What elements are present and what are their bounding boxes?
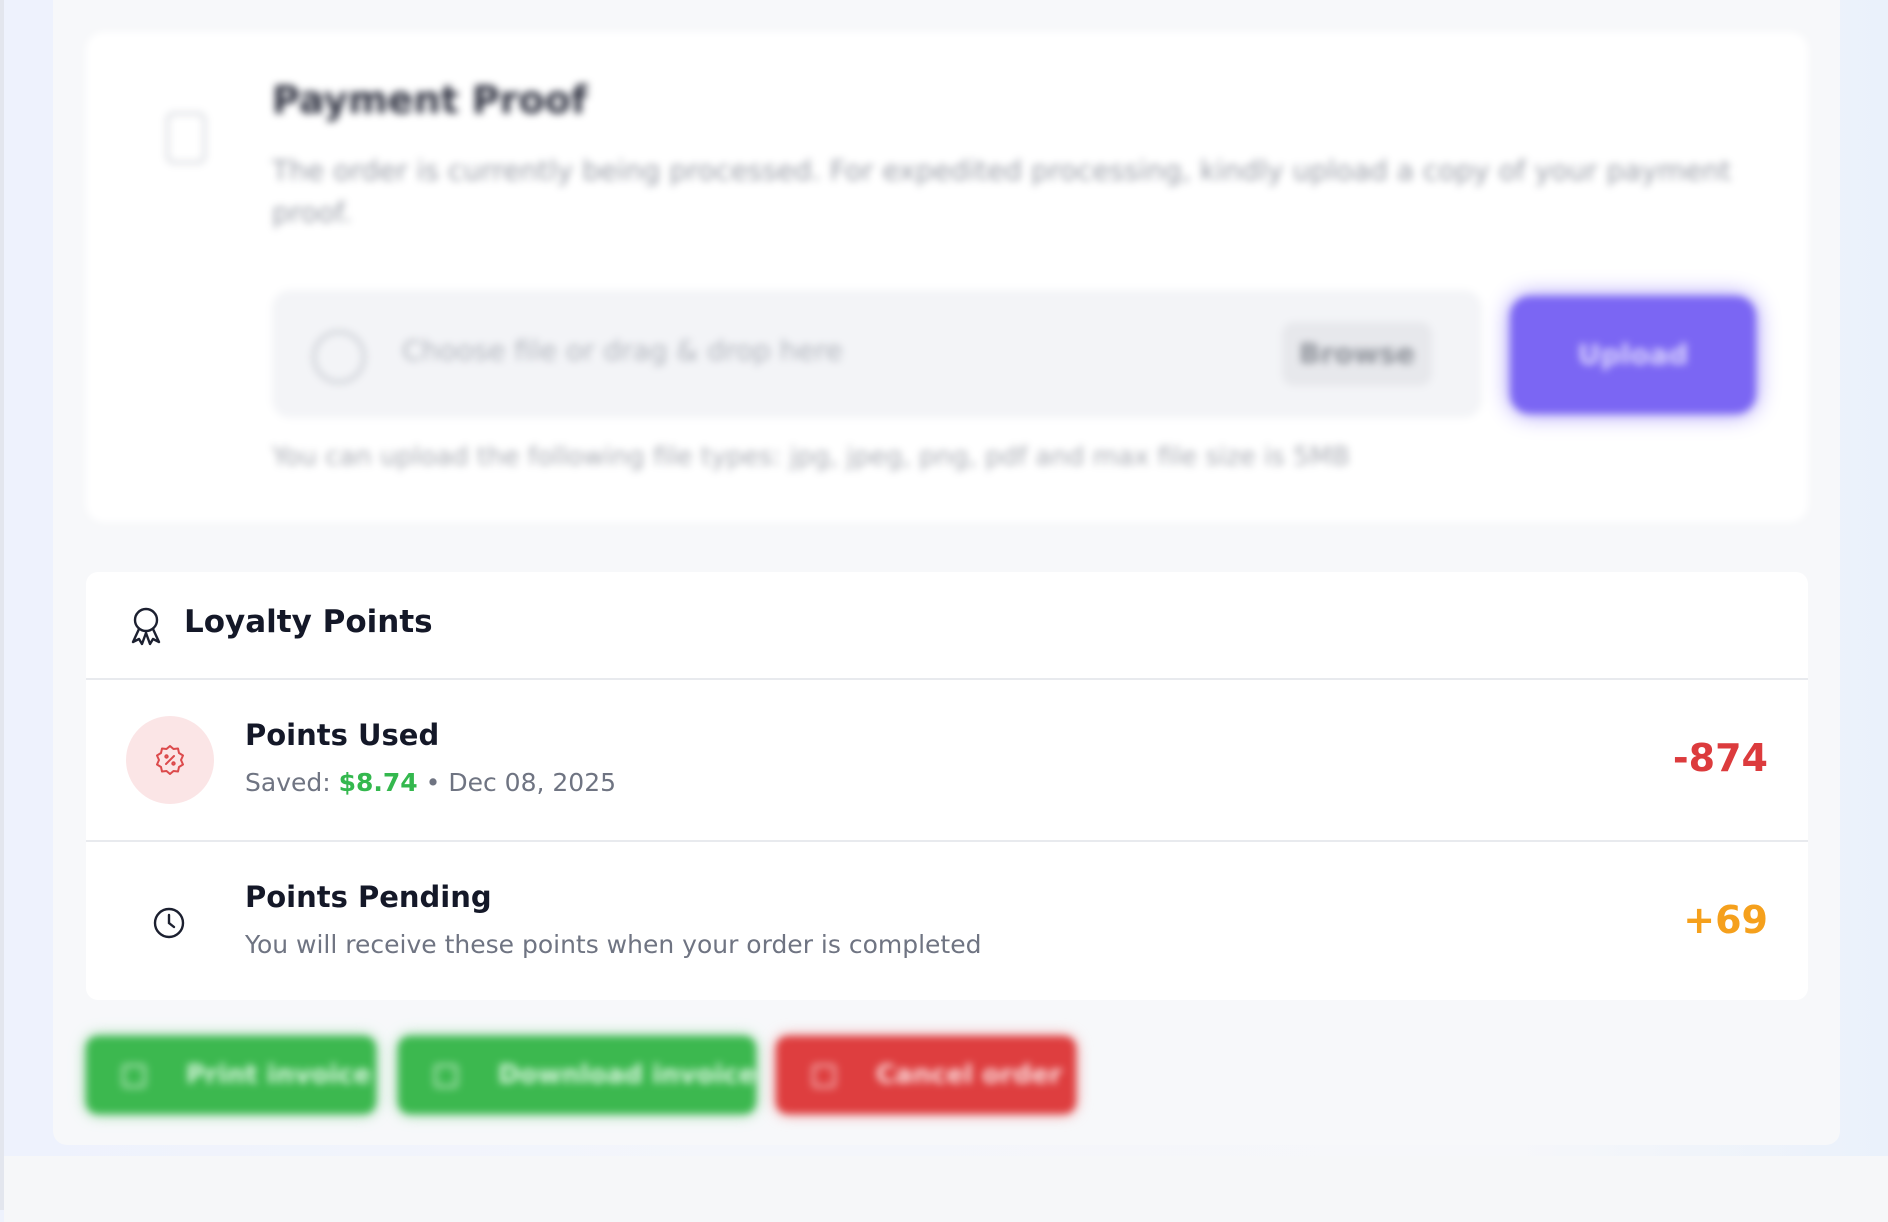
points-used-subtitle: Saved: $8.74 • Dec 08, 2025 <box>245 768 616 797</box>
upload-button[interactable]: Upload <box>1510 296 1756 414</box>
upload-cloud-icon <box>312 330 366 384</box>
points-pending-title: Points Pending <box>245 880 492 914</box>
loyalty-header: Loyalty Points <box>86 572 1808 680</box>
award-icon <box>131 607 161 646</box>
page-footer-area <box>4 1156 1888 1222</box>
separator-dot: • <box>425 768 441 797</box>
points-used-row: Points Used Saved: $8.74 • Dec 08, 2025 … <box>86 680 1808 842</box>
window-left-edge <box>0 0 4 1210</box>
print-invoice-label: Print invoice <box>186 1060 371 1090</box>
loyalty-title: Loyalty Points <box>184 604 433 640</box>
payment-proof-card: Payment Proof The order is currently bei… <box>86 32 1808 522</box>
print-invoice-button[interactable]: Print invoice <box>86 1036 376 1114</box>
download-invoice-button[interactable]: Download invoice <box>398 1036 756 1114</box>
points-used-value: -874 <box>1672 736 1768 780</box>
points-used-badge <box>126 716 214 804</box>
payment-proof-description: The order is currently being processed. … <box>272 154 1732 229</box>
points-pending-value: +69 <box>1683 898 1768 942</box>
saved-label: Saved: <box>245 768 331 797</box>
upload-hint: You can upload the following file types:… <box>272 442 1350 472</box>
payment-proof-title: Payment Proof <box>272 78 588 122</box>
saved-amount: $8.74 <box>338 768 418 797</box>
download-invoice-label: Download invoice <box>498 1060 757 1090</box>
points-used-title: Points Used <box>245 718 440 752</box>
dropzone-text: Choose file or drag & drop here <box>402 334 843 367</box>
points-used-date: Dec 08, 2025 <box>448 768 617 797</box>
file-dropzone[interactable]: Choose file or drag & drop here Browse <box>272 290 1482 418</box>
document-icon <box>166 112 206 164</box>
close-icon <box>812 1063 836 1088</box>
points-pending-row: Points Pending You will receive these po… <box>86 842 1808 1002</box>
discount-badge-icon <box>156 745 184 775</box>
points-pending-subtitle: You will receive these points when your … <box>245 930 982 959</box>
printer-icon <box>122 1063 146 1088</box>
download-icon <box>434 1063 458 1088</box>
cancel-order-label: Cancel order <box>876 1060 1062 1090</box>
cancel-order-button[interactable]: Cancel order <box>776 1036 1076 1114</box>
browse-button[interactable]: Browse <box>1282 322 1432 386</box>
clock-icon <box>153 907 185 939</box>
loyalty-points-card: Loyalty Points Points Used Saved: $8.74 … <box>86 572 1808 1000</box>
